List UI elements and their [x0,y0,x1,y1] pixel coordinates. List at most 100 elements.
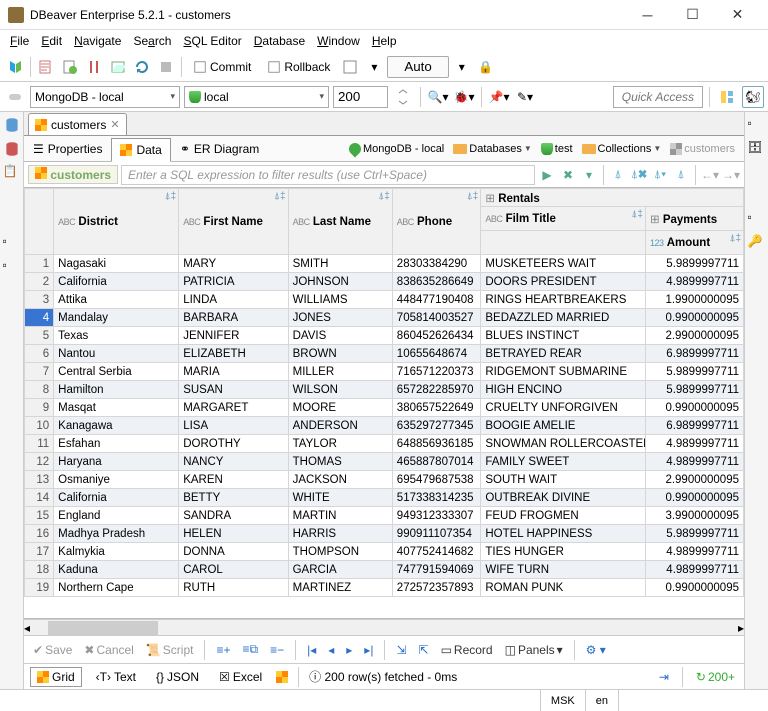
menu-help[interactable]: Help [366,32,403,50]
table-row[interactable]: 9 Masqat MARGARET MOORE 380657522649 CRU… [25,399,744,417]
autosize-icon[interactable]: ⇥ [656,670,672,684]
close-button[interactable]: ✕ [715,0,760,30]
table-row[interactable]: 17 Kalmykia DONNA THOMPSON 407752414682 … [25,543,744,561]
dbeaver-perspective-icon[interactable]: 🐿 [742,86,764,108]
menu-edit[interactable]: Edit [35,32,68,50]
table-row[interactable]: 14 California BETTY WHITE 517338314235 O… [25,489,744,507]
view-text[interactable]: ‹T› Text [90,668,142,686]
crumb-connection[interactable]: MongoDB - local [346,143,447,155]
export-icon[interactable]: ⇲ [393,643,409,657]
rowcount-button[interactable]: ↻ 200+ [693,670,738,684]
col-film-title[interactable]: ABC Film Title⍋‡ [481,207,646,231]
database-combo[interactable]: local▾ [184,86,329,108]
debug-icon[interactable]: 🐞▾ [453,86,475,108]
col-phone[interactable]: ABC Phone⍋‡ [392,189,481,255]
table-row[interactable]: 19 Northern Cape RUTH MARTINEZ 272572357… [25,579,744,597]
table-row[interactable]: 3 Attika LINDA WILLIAMS 448477190408 RIN… [25,291,744,309]
col-last-name[interactable]: ABC Last Name⍋‡ [288,189,392,255]
recent-sql-icon[interactable] [59,56,81,78]
view-excel[interactable]: ☒ Excel [213,668,268,686]
filter-history-icon[interactable]: ▾ [580,166,598,184]
commit-button[interactable]: Commit [186,56,258,78]
nav-back-icon[interactable]: ←▾ [701,166,719,184]
tx-mode-dropdown[interactable]: ▾ [363,56,385,78]
key-icon[interactable]: 🔑 [748,234,766,252]
outline-icon[interactable]: ▫ [748,116,766,134]
spinner-icon[interactable] [392,86,414,108]
table-row[interactable]: 18 Kaduna CAROL GARCIA 747791594069 WIFE… [25,561,744,579]
qm-icon[interactable]: 🗄 [748,140,766,158]
table-row[interactable]: 8 Hamilton SUSAN WILSON 657282285970 HIG… [25,381,744,399]
col-amount[interactable]: 123 Amount⍋‡ [645,231,743,255]
menu-database[interactable]: Database [248,32,311,50]
last-page-icon[interactable]: ▸| [361,643,376,657]
datasource-combo[interactable]: MongoDB - local▾ [30,86,180,108]
new-sql-icon[interactable] [35,56,57,78]
table-row[interactable]: 2 California PATRICIA JOHNSON 8386352866… [25,273,744,291]
tab-close-icon[interactable]: ✕ [110,118,119,131]
stop-icon[interactable] [155,56,177,78]
open-icon[interactable] [107,56,129,78]
filter-save-icon[interactable]: ⍋▾ [651,166,669,184]
nav-tree-icon[interactable] [3,116,21,134]
crumb-collections[interactable]: Collections▼ [579,143,665,155]
import-icon[interactable]: ⇱ [416,643,432,657]
table-row[interactable]: 10 Kanagawa LISA ANDERSON 635297277345 B… [25,417,744,435]
col-payments[interactable]: ⊞ Payments [645,207,743,231]
table-row[interactable]: 7 Central Serbia MARIA MILLER 7165712203… [25,363,744,381]
table-row[interactable]: 6 Nantou ELIZABETH BROWN 10655648674 BET… [25,345,744,363]
table-row[interactable]: 15 England SANDRA MARTIN 949312333307 FE… [25,507,744,525]
editor-tab-customers[interactable]: customers ✕ [28,113,127,135]
maximize-button[interactable]: ☐ [670,0,715,30]
driver-icon[interactable] [4,86,26,108]
menu-navigate[interactable]: Navigate [68,32,127,50]
crumb-customers[interactable]: customers [667,143,738,155]
view-json[interactable]: {} JSON [150,668,205,686]
record-button[interactable]: ▭ Record [438,643,496,657]
toggle-icon[interactable] [83,56,105,78]
save-button[interactable]: ✔ Save [30,643,75,657]
config-icon[interactable]: ⚙ ▾ [583,643,609,657]
apply-filter-icon[interactable]: ▶ [538,166,556,184]
table-row[interactable]: 11 Esfahan DOROTHY TAYLOR 648856936185 S… [25,435,744,453]
menu-sql-editor[interactable]: SQL Editor [177,32,247,50]
tab-properties[interactable]: ☰Properties [24,137,111,161]
tx-log-icon[interactable] [339,56,361,78]
filter-column-icon[interactable]: ⍋ [672,166,690,184]
bookmarks-icon[interactable]: 📋 [3,164,21,182]
projects-icon[interactable] [3,140,21,158]
table-row[interactable]: 12 Haryana NANCY THOMAS 465887807014 FAM… [25,453,744,471]
minimized2-icon[interactable]: ▫ [3,258,21,276]
perspective-icon[interactable] [716,86,738,108]
quick-access[interactable]: Quick Access [613,86,703,108]
rollback-button[interactable]: Rollback [260,56,337,78]
next-page-icon[interactable]: ▸ [343,643,355,657]
table-row[interactable]: 13 Osmaniye KAREN JACKSON 695479687538 S… [25,471,744,489]
new-connection-icon[interactable] [4,56,26,78]
rowcount-input[interactable] [333,86,388,108]
refresh-icon[interactable] [131,56,153,78]
first-page-icon[interactable]: |◂ [304,643,319,657]
filter-input[interactable]: Enter a SQL expression to filter results… [121,165,535,185]
table-row[interactable]: 1 Nagasaki MARY SMITH 28303384290 MUSKET… [25,255,744,273]
copy-row-icon[interactable]: ≡⧉ [240,642,262,657]
pin-icon[interactable]: 📌▾ [488,86,510,108]
prev-page-icon[interactable]: ◂ [325,643,337,657]
col-first-name[interactable]: ABC First Name⍋‡ [179,189,288,255]
table-row[interactable]: 4 Mandalay BARBARA JONES 705814003527 BE… [25,309,744,327]
table-row[interactable]: 16 Madhya Pradesh HELEN HARRIS 990911107… [25,525,744,543]
cancel-button[interactable]: ✖ Cancel [81,643,136,657]
crumb-test[interactable]: test [538,143,576,155]
lock-icon[interactable]: 🔒 [475,56,497,78]
delete-row-icon[interactable]: ≡− [267,643,287,657]
auto-button[interactable]: Auto [387,56,448,78]
remove-filter-icon[interactable]: ✖ [559,166,577,184]
menu-window[interactable]: Window [311,32,366,50]
horizontal-scrollbar[interactable]: ◂▸ [24,619,744,635]
help-icon[interactable]: ▫ [748,210,766,228]
minimize-button[interactable]: ─ [625,0,670,30]
script-button[interactable]: 📜 Script [143,643,197,657]
find-icon[interactable]: 🔍▾ [427,86,449,108]
menu-search[interactable]: Search [127,32,177,50]
filter-settings-icon[interactable]: ⍋ [609,166,627,184]
